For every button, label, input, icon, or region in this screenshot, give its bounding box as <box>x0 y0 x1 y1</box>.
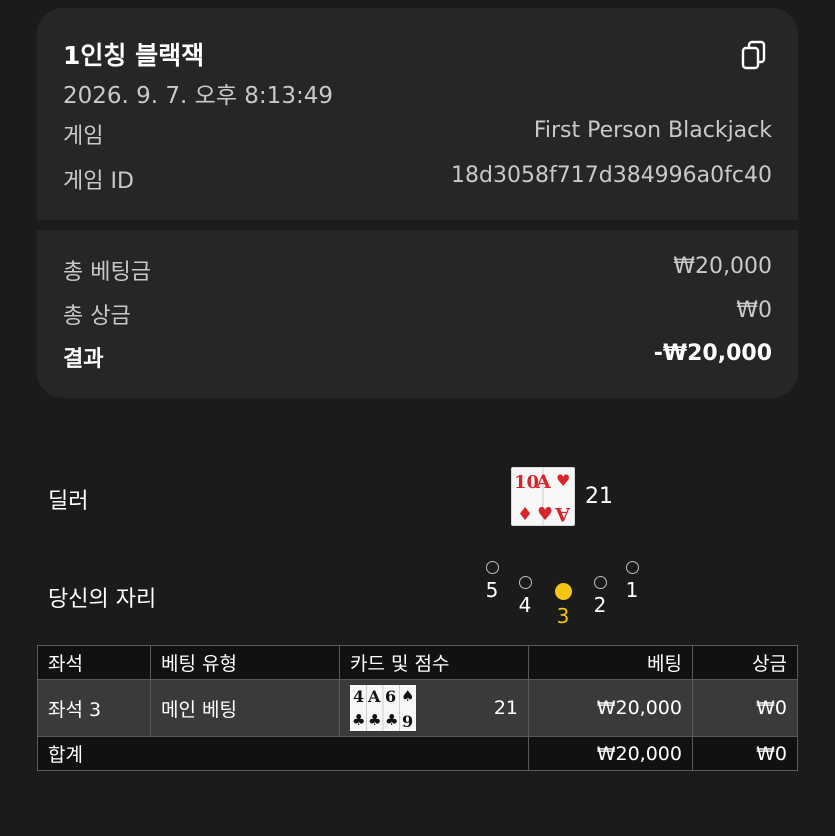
total-bet: ₩20,000 <box>528 736 693 771</box>
result-value: -₩20,000 <box>653 341 772 366</box>
row-bet-type: 메인 베팅 <box>150 679 340 737</box>
card-rank: A <box>535 471 551 493</box>
total-bet-label: 총 베팅금 <box>63 260 151 285</box>
table-row: 좌석 3 메인 베팅 4 ♣ A ♣ 6 ♣ ♠ 9 21 ₩20,000 ₩0 <box>37 679 798 737</box>
card-rank: A <box>555 503 571 525</box>
seat-number: 1 <box>625 578 639 602</box>
card-rank: 6 <box>385 687 396 706</box>
total-bet-value: ₩20,000 <box>673 254 772 279</box>
header-seat: 좌석 <box>37 645 151 680</box>
club-icon: ♣ <box>352 711 365 729</box>
copy-icon[interactable] <box>741 40 767 70</box>
row-cards: 4 ♣ A ♣ 6 ♣ ♠ 9 21 <box>339 679 529 737</box>
total-win: ₩0 <box>692 736 798 771</box>
diamond-icon: ♦ <box>517 504 533 525</box>
dealer-score: 21 <box>585 484 613 509</box>
seat-number: 5 <box>485 578 499 602</box>
seat-circle-active <box>554 583 572 600</box>
seat-5: 5 <box>477 561 507 602</box>
row-bet: ₩20,000 <box>528 679 693 737</box>
result-label: 결과 <box>63 347 104 372</box>
game-id-label: 게임 ID <box>63 169 134 194</box>
seat-circle <box>593 576 607 589</box>
total-win-value: ₩0 <box>736 298 772 323</box>
row-win: ₩0 <box>692 679 798 737</box>
row-seat: 좌석 3 <box>37 679 151 737</box>
player-cards-graphic: 4 ♣ A ♣ 6 ♣ ♠ 9 <box>350 685 416 731</box>
game-value: First Person Blackjack <box>533 118 772 143</box>
heart-icon: ♥ <box>556 471 570 490</box>
round-datetime: 2026. 9. 7. 오후 8:13:49 <box>63 83 333 109</box>
dealer-cards-graphic: 10 ♦ A ♥ ♥ A <box>512 468 574 525</box>
divider <box>37 220 798 230</box>
header-win: 상금 <box>692 645 798 680</box>
seat-number: 2 <box>593 593 607 617</box>
seat-label: 당신의 자리 <box>48 587 157 612</box>
card-rank: 4 <box>353 687 364 706</box>
header-cards-score: 카드 및 점수 <box>339 645 529 680</box>
seat-1: 1 <box>617 561 647 602</box>
seat-4: 4 <box>510 576 540 617</box>
club-icon: ♣ <box>368 711 381 729</box>
page-title: 1인칭 블랙잭 <box>63 41 205 70</box>
card-rank: A <box>367 687 381 706</box>
game-id-value[interactable]: 18d3058f717d384996a0fc40 <box>451 163 772 188</box>
table-header-row: 좌석 베팅 유형 카드 및 점수 베팅 상금 <box>37 645 798 680</box>
header-bet-type: 베팅 유형 <box>150 645 340 680</box>
heart-icon: ♥ <box>537 504 553 525</box>
seat-circle <box>625 561 639 574</box>
seat-number: 3 <box>556 604 570 628</box>
header-bet: 베팅 <box>528 645 693 680</box>
card-rank: 9 <box>402 712 413 731</box>
row-score: 21 <box>493 697 518 719</box>
dealer-cards: 10 ♦ A ♥ ♥ A <box>511 467 575 526</box>
dealer-label: 딜러 <box>48 489 89 514</box>
round-summary-card: 1인칭 블랙잭 2026. 9. 7. 오후 8:13:49 게임 First … <box>37 8 798 398</box>
bets-table: 좌석 베팅 유형 카드 및 점수 베팅 상금 좌석 3 메인 베팅 4 ♣ A … <box>37 645 798 771</box>
game-label: 게임 <box>63 124 104 149</box>
table-total-row: 합계 ₩20,000 ₩0 <box>37 736 798 771</box>
total-win-label: 총 상금 <box>63 304 131 329</box>
total-label: 합계 <box>37 736 529 771</box>
seat-2: 2 <box>585 576 615 617</box>
seat-circle <box>518 576 532 589</box>
spade-icon: ♠ <box>401 687 414 705</box>
seat-3: 3 <box>548 583 578 628</box>
seat-number: 4 <box>518 593 532 617</box>
club-icon: ♣ <box>385 711 398 729</box>
seat-circle <box>485 561 499 574</box>
